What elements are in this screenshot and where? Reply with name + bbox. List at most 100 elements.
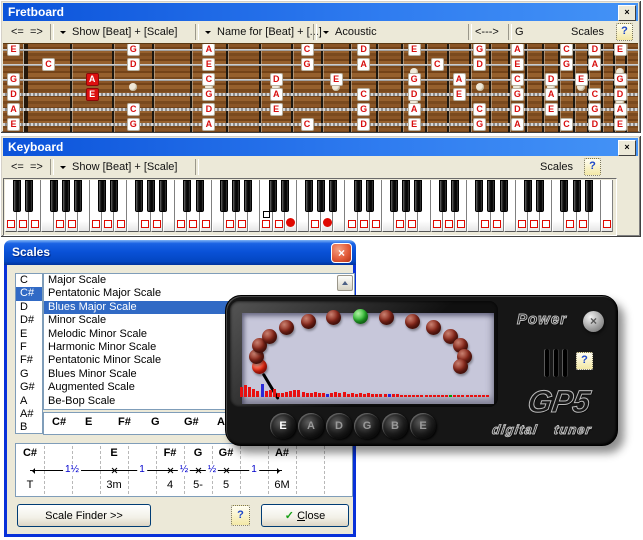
scale-note[interactable]: A bbox=[7, 103, 20, 116]
black-key[interactable] bbox=[98, 180, 106, 212]
fretboard-titlebar[interactable]: Fretboard bbox=[3, 3, 638, 21]
scale-note[interactable]: A bbox=[545, 88, 558, 101]
close-button[interactable]: ✓ Close bbox=[261, 504, 349, 527]
root-note-item[interactable]: D# bbox=[16, 314, 42, 327]
scale-note[interactable]: G bbox=[408, 73, 421, 86]
scale-note[interactable]: D bbox=[588, 43, 601, 56]
scale-list-item[interactable]: Major Scale bbox=[44, 274, 338, 287]
black-key[interactable] bbox=[475, 180, 483, 212]
scale-note[interactable]: G bbox=[473, 43, 486, 56]
beat-note[interactable]: A bbox=[86, 73, 99, 86]
help-icon[interactable]: ? bbox=[231, 505, 250, 526]
string-button-a[interactable]: A bbox=[301, 416, 321, 436]
scale-note[interactable]: A bbox=[511, 118, 524, 131]
root-note-item[interactable]: F# bbox=[16, 354, 42, 367]
root-note-item[interactable]: A# bbox=[16, 408, 42, 421]
scale-note[interactable]: D bbox=[357, 43, 370, 56]
scale-note[interactable]: C bbox=[42, 58, 55, 71]
show-mode-menu[interactable]: Show [Beat] + [Scale] bbox=[72, 21, 177, 43]
scale-note[interactable]: A bbox=[270, 88, 283, 101]
help-icon[interactable]: ? bbox=[584, 158, 601, 176]
black-key[interactable] bbox=[585, 180, 593, 212]
scale-note[interactable]: G bbox=[614, 73, 627, 86]
root-note-item[interactable]: C# bbox=[16, 287, 42, 300]
scale-note[interactable]: E bbox=[270, 103, 283, 116]
string-button-b[interactable]: B bbox=[385, 416, 405, 436]
root-note-item[interactable]: B bbox=[16, 421, 42, 434]
show-mode-menu[interactable]: Show [Beat] + [Scale] bbox=[72, 156, 177, 178]
black-key[interactable] bbox=[232, 180, 240, 212]
root-note-item[interactable]: E bbox=[16, 328, 42, 341]
scale-note[interactable]: D bbox=[202, 103, 215, 116]
scale-note[interactable]: A bbox=[202, 43, 215, 56]
scale-note[interactable]: C bbox=[588, 88, 601, 101]
root-note-item[interactable]: G# bbox=[16, 381, 42, 394]
root-note-item[interactable]: C bbox=[16, 274, 42, 287]
scale-note[interactable]: D bbox=[588, 118, 601, 131]
scale-note[interactable]: C bbox=[202, 73, 215, 86]
scale-note[interactable]: E bbox=[7, 118, 20, 131]
scale-note[interactable]: G bbox=[202, 88, 215, 101]
scales-button[interactable]: Scales bbox=[540, 156, 573, 178]
black-key[interactable] bbox=[402, 180, 410, 212]
scale-note[interactable]: C bbox=[357, 88, 370, 101]
black-key[interactable] bbox=[305, 180, 313, 212]
root-note-item[interactable]: D bbox=[16, 301, 42, 314]
fretboard[interactable]: EGACDEGACDECDEGACDEGAGACDEGACDEGDEGACDEG… bbox=[3, 43, 638, 132]
scale-note[interactable]: D bbox=[511, 103, 524, 116]
scale-note[interactable]: E bbox=[545, 103, 558, 116]
scale-note[interactable]: E bbox=[408, 43, 421, 56]
black-key[interactable] bbox=[110, 180, 118, 212]
root-note-item[interactable]: G bbox=[16, 368, 42, 381]
keyboard-close-button[interactable]: × bbox=[618, 140, 636, 156]
keyboard-titlebar[interactable]: Keyboard bbox=[3, 138, 638, 156]
scale-note[interactable]: D bbox=[7, 88, 20, 101]
black-key[interactable] bbox=[487, 180, 495, 212]
scale-note[interactable]: E bbox=[202, 58, 215, 71]
black-key[interactable] bbox=[147, 180, 155, 212]
scale-note[interactable]: E bbox=[330, 73, 343, 86]
black-key[interactable] bbox=[560, 180, 568, 212]
scale-note[interactable]: A bbox=[511, 43, 524, 56]
prev-beat-button[interactable]: <= bbox=[11, 156, 24, 178]
scale-note[interactable]: D bbox=[357, 118, 370, 131]
tuner-close-button[interactable]: × bbox=[583, 311, 604, 332]
scale-note[interactable]: D bbox=[270, 73, 283, 86]
piano-keyboard[interactable] bbox=[3, 178, 617, 236]
black-key[interactable] bbox=[573, 180, 581, 212]
black-key[interactable] bbox=[50, 180, 58, 212]
root-note-item[interactable]: A bbox=[16, 395, 42, 408]
scale-note[interactable]: C bbox=[301, 43, 314, 56]
black-key[interactable] bbox=[451, 180, 459, 212]
help-icon[interactable]: ? bbox=[576, 352, 593, 370]
scale-note[interactable]: A bbox=[202, 118, 215, 131]
beat-note[interactable]: E bbox=[86, 88, 99, 101]
scale-note[interactable]: G bbox=[127, 118, 140, 131]
scale-note[interactable]: E bbox=[7, 43, 20, 56]
scale-note[interactable]: A bbox=[588, 58, 601, 71]
scale-note[interactable]: G bbox=[301, 58, 314, 71]
next-beat-button[interactable]: => bbox=[30, 21, 43, 43]
black-key[interactable] bbox=[536, 180, 544, 212]
root-note-list[interactable]: CC#DD#EFF#GG#AA#B bbox=[15, 273, 43, 434]
scale-note[interactable]: C bbox=[560, 118, 573, 131]
scale-note[interactable]: D bbox=[408, 88, 421, 101]
scale-note[interactable]: E bbox=[408, 118, 421, 131]
black-key[interactable] bbox=[244, 180, 252, 212]
scale-note[interactable]: G bbox=[511, 88, 524, 101]
black-key[interactable] bbox=[13, 180, 21, 212]
scale-note[interactable]: A bbox=[614, 103, 627, 116]
scale-note[interactable]: G bbox=[7, 73, 20, 86]
scale-note[interactable]: D bbox=[473, 58, 486, 71]
black-key[interactable] bbox=[317, 180, 325, 212]
scale-note[interactable]: A bbox=[357, 58, 370, 71]
scale-note[interactable]: A bbox=[453, 73, 466, 86]
scale-note[interactable]: E bbox=[614, 118, 627, 131]
name-mode-menu[interactable]: Name for [Beat] + [...] bbox=[217, 21, 322, 43]
scales-close-button[interactable]: × bbox=[331, 243, 352, 263]
black-key[interactable] bbox=[183, 180, 191, 212]
black-key[interactable] bbox=[366, 180, 374, 212]
black-key[interactable] bbox=[414, 180, 422, 212]
black-key[interactable] bbox=[269, 180, 277, 212]
black-key[interactable] bbox=[74, 180, 82, 212]
